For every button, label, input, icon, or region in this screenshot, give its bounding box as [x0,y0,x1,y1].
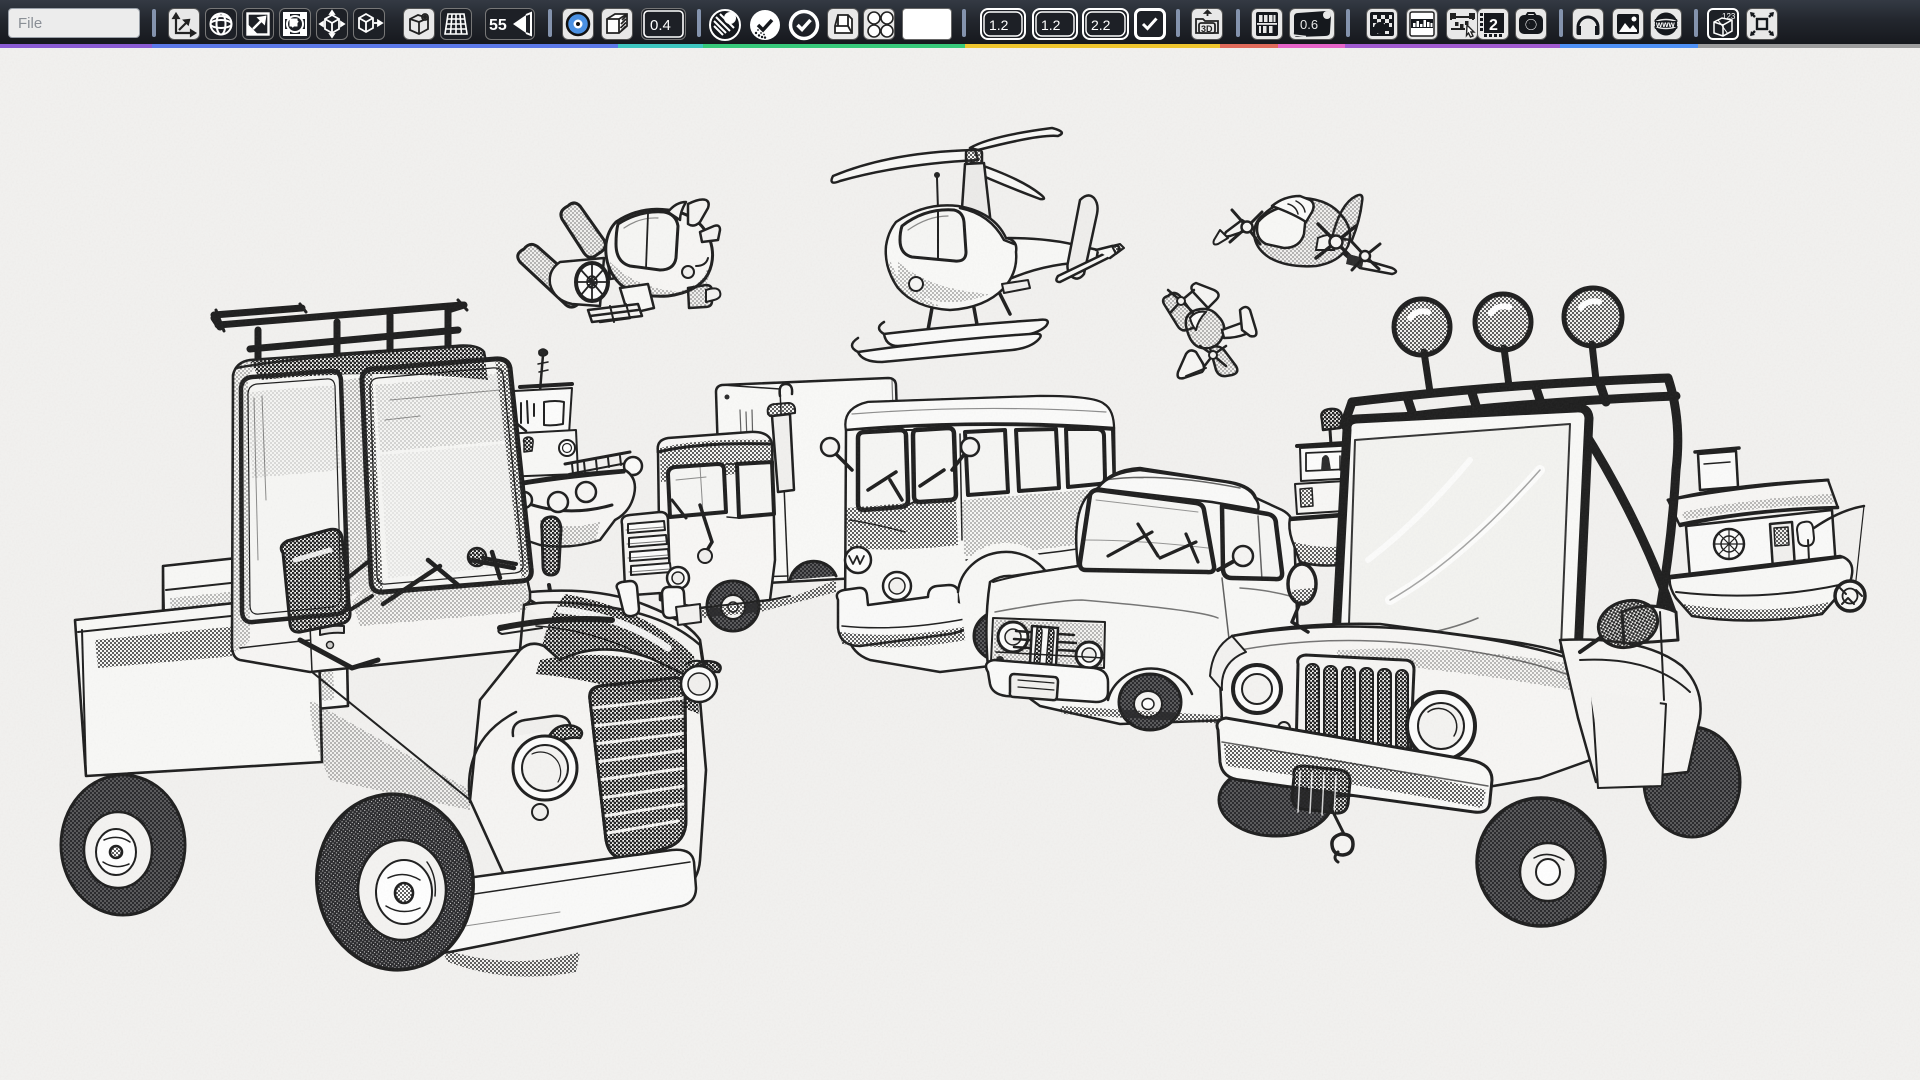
svg-text:55: 55 [489,17,507,34]
svg-text:1.2: 1.2 [1041,17,1061,33]
svg-text:2.2: 2.2 [1091,17,1111,33]
svg-text:0.4: 0.4 [650,17,671,34]
svg-text:3D: 3D [1201,24,1213,34]
svg-text:1.2: 1.2 [989,17,1009,33]
svg-text:www: www [1655,20,1675,29]
svg-text:2: 2 [1489,17,1498,34]
svg-text:0.6: 0.6 [1300,17,1318,32]
